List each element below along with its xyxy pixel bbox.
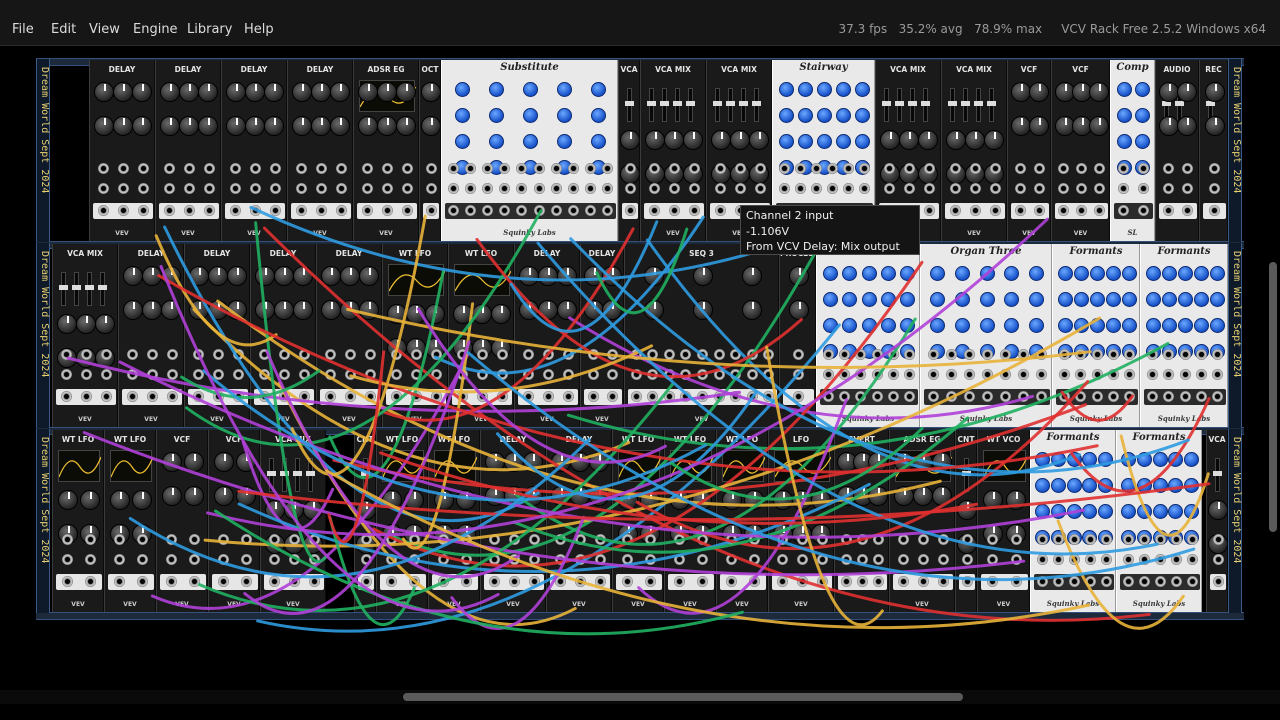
patch-cable[interactable] xyxy=(1070,397,1211,493)
patch-cable[interactable] xyxy=(163,225,540,523)
menu-library[interactable]: Library xyxy=(187,22,232,37)
tooltip-source: From VCV Delay: Mix output xyxy=(746,240,900,253)
patch-cable[interactable] xyxy=(645,238,1081,477)
menu-help[interactable]: Help xyxy=(244,22,274,37)
engine-status: 37.3 fps 35.2% avg 78.9% max VCV Rack Fr… xyxy=(838,22,1266,36)
vertical-scrollbar[interactable] xyxy=(1266,47,1280,690)
horizontal-scroll-thumb[interactable] xyxy=(403,693,963,701)
tooltip-voltage: -1.106V xyxy=(746,224,789,238)
menu-engine[interactable]: Engine xyxy=(133,22,178,37)
menu-edit[interactable]: Edit xyxy=(51,22,76,37)
port-tooltip: Channel 2 input -1.106V From VCV Delay: … xyxy=(740,205,920,255)
menu-view[interactable]: View xyxy=(89,22,120,37)
menu-bar: File Edit View Engine Library Help 37.3 … xyxy=(0,0,1280,46)
patch-cables xyxy=(66,205,1211,636)
patch-cable[interactable] xyxy=(388,237,825,557)
horizontal-scrollbar[interactable] xyxy=(0,690,1280,704)
tooltip-port-name: Channel 2 input xyxy=(746,209,834,222)
vertical-scroll-thumb[interactable] xyxy=(1269,262,1277,532)
menu-file[interactable]: File xyxy=(12,22,34,37)
